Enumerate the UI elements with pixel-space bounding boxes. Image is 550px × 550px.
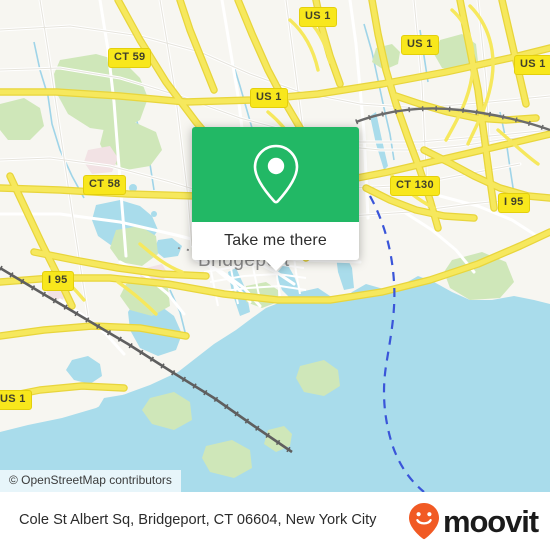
road-shield[interactable]: US 1	[0, 390, 32, 410]
map-attribution[interactable]: © OpenStreetMap contributors	[0, 469, 181, 492]
callout-icon-panel	[192, 127, 359, 222]
road-shield[interactable]: US 1	[401, 35, 439, 55]
road-shield[interactable]: CT 58	[83, 175, 127, 195]
callout-pointer-tail	[264, 260, 287, 271]
footer-bar: Cole St Albert Sq, Bridgeport, CT 06604,…	[0, 492, 550, 550]
moovit-wordmark: moovit	[442, 503, 539, 539]
map-canvas[interactable]: Bridgeport US 1 CT 59 US 1 US 1 US 1 CT …	[0, 0, 550, 492]
address-text: Cole St Albert Sq, Bridgeport, CT 06604,…	[19, 512, 377, 529]
road-shield[interactable]: CT 130	[390, 176, 440, 196]
location-callout-card[interactable]: Take me there	[192, 127, 359, 271]
moovit-pin-smiley-icon	[408, 503, 439, 540]
road-shield[interactable]: I 95	[42, 271, 74, 291]
map-pin-icon	[253, 144, 298, 203]
road-shield[interactable]: US 1	[299, 7, 337, 27]
road-shield[interactable]: US 1	[250, 88, 288, 108]
moovit-map-screenshot: Bridgeport US 1 CT 59 US 1 US 1 US 1 CT …	[0, 0, 550, 550]
moovit-logo[interactable]: moovit	[408, 502, 539, 540]
take-me-there-label: Take me there	[224, 232, 327, 249]
callout-action-panel[interactable]: Take me there	[192, 222, 359, 271]
road-shield[interactable]: I 95	[498, 193, 530, 213]
map-water-pond-tiny-2	[151, 211, 157, 217]
road-shield[interactable]: CT 59	[108, 48, 152, 68]
road-shield[interactable]: US 1	[514, 55, 550, 75]
